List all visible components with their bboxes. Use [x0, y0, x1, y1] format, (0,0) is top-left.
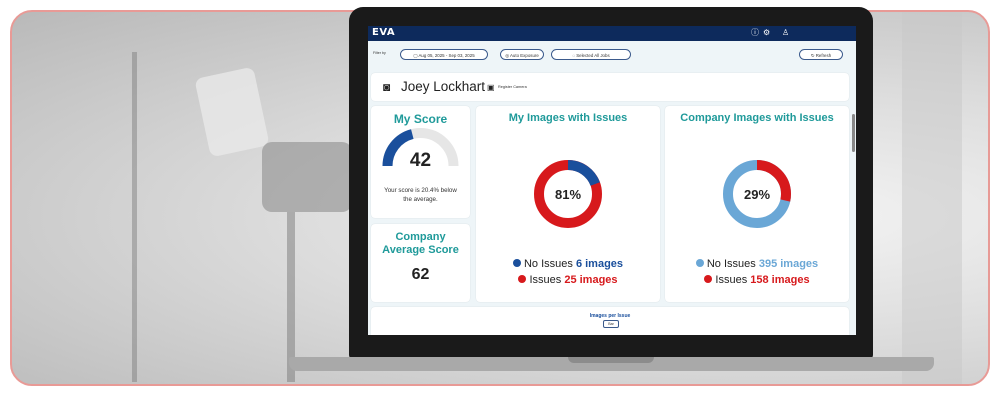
settings-gear-icon[interactable]: ⚙	[763, 28, 770, 38]
company-images-card: Company Images with Issues 29% No Issues…	[665, 106, 849, 302]
company-average-card: Company Average Score 62	[371, 224, 470, 302]
my-score-card: My Score 42 Your score is 20.4% below th…	[371, 106, 470, 218]
date-range-filter[interactable]: ▢ Aug 05, 2025 - Sep 03, 2025	[400, 49, 488, 60]
legend-dot-light-blue	[695, 259, 704, 267]
images-per-issue-card: Images per Issue Bar	[371, 307, 849, 335]
filter-by-label: Filter by	[373, 51, 386, 55]
selected-jobs-filter[interactable]: ◌ Selected All Jobs	[551, 49, 631, 60]
my-score-value: 42	[409, 150, 432, 171]
info-icon[interactable]: ⓘ	[751, 28, 759, 38]
chart-type-toggle[interactable]: Bar	[603, 320, 619, 328]
softbox-left	[194, 66, 270, 158]
scrollbar[interactable]	[852, 114, 855, 152]
filter-bar: Filter by ▢ Aug 05, 2025 - Sep 03, 2025 …	[368, 41, 856, 71]
my-score-note: Your score is 20.4% below the average.	[384, 187, 457, 203]
company-average-title: Company Average Score	[382, 231, 459, 256]
stand-pole	[132, 52, 137, 382]
company-average-value: 62	[411, 266, 430, 283]
company-images-title: Company Images with Issues	[680, 112, 834, 124]
company-images-percent: 29%	[743, 187, 771, 202]
profile-card: ◙ Joey Lockhart ▣ Register Camera	[371, 73, 849, 101]
my-images-percent: 81%	[554, 187, 582, 202]
camera-shape	[262, 142, 352, 212]
my-legend-issues: Issues 25 images	[476, 274, 660, 286]
my-images-title: My Images with Issues	[508, 112, 628, 124]
register-camera-icon[interactable]: ▣	[487, 83, 495, 92]
camera-icon: ◙	[383, 80, 391, 94]
legend-dot-red	[518, 275, 527, 283]
company-legend-no-issues: No Issues 395 images	[665, 258, 849, 270]
my-score-title: My Score	[393, 112, 448, 126]
top-navigation-bar: EVA ⓘ ⚙ ♙	[368, 26, 856, 41]
photographer-name: Joey Lockhart	[401, 79, 486, 94]
my-images-card: My Images with Issues 81% No Issues 6 im…	[476, 106, 660, 302]
auto-exposure-filter[interactable]: ◎ Auto Exposure	[500, 49, 544, 60]
refresh-button[interactable]: ↻ Refresh	[799, 49, 843, 60]
user-profile-icon[interactable]: ♙	[782, 28, 789, 38]
right-panel-shape	[902, 12, 962, 384]
dashboard-screen: EVA ⓘ ⚙ ♙ Filter by ▢ Aug 05, 2025 - Sep…	[368, 26, 856, 335]
laptop-notch	[568, 357, 654, 363]
company-legend-issues: Issues 158 images	[665, 274, 849, 286]
register-camera-link[interactable]: Register Camera	[498, 85, 527, 89]
legend-dot-red	[704, 275, 713, 283]
legend-dot-blue	[512, 259, 521, 267]
eva-logo[interactable]: EVA	[372, 27, 395, 38]
my-legend-no-issues: No Issues 6 images	[476, 258, 660, 270]
images-per-issue-title: Images per Issue	[589, 313, 631, 319]
